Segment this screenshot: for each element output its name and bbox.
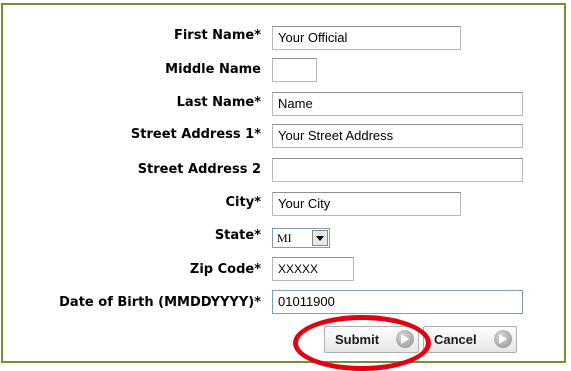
street-address-1-label: Street Address 1* <box>130 127 261 142</box>
last-name-label: Last Name* <box>176 95 261 110</box>
zip-code-field[interactable]: XXXXX <box>272 257 354 281</box>
arrow-right-circle-icon <box>494 330 512 348</box>
state-select[interactable]: MI <box>272 228 330 248</box>
cancel-button[interactable]: Cancel <box>423 326 517 353</box>
city-field[interactable]: Your City <box>272 192 461 216</box>
state-label: State* <box>214 228 261 243</box>
street-address-2-label: Street Address 2 <box>137 162 261 177</box>
middle-name-label: Middle Name <box>165 62 261 77</box>
middle-name-field[interactable] <box>272 58 317 82</box>
city-label: City* <box>225 195 261 210</box>
arrow-right-circle-icon <box>396 330 414 348</box>
cancel-button-label: Cancel <box>434 332 477 347</box>
zip-code-label: Zip Code* <box>189 262 261 277</box>
date-of-birth-label: Date of Birth (MMDDYYYY)* <box>59 295 261 310</box>
date-of-birth-field[interactable]: 01011900 <box>272 290 523 314</box>
first-name-label: First Name* <box>173 28 261 43</box>
last-name-field[interactable]: Name <box>272 92 523 116</box>
first-name-field[interactable]: Your Official <box>272 26 461 50</box>
submit-button[interactable]: Submit <box>324 326 419 353</box>
street-address-1-field[interactable]: Your Street Address <box>272 124 523 148</box>
state-select-value: MI <box>277 231 292 245</box>
submit-button-label: Submit <box>335 332 380 347</box>
chevron-down-icon[interactable] <box>312 230 328 246</box>
street-address-2-field[interactable] <box>272 158 523 182</box>
